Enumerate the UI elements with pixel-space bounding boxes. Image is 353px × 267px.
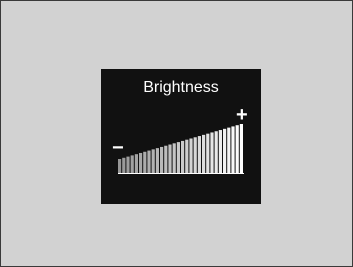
brightness-level-bar bbox=[206, 133, 210, 173]
brightness-level-bar bbox=[172, 143, 176, 173]
brightness-level-bar bbox=[189, 138, 193, 173]
brightness-level-bar bbox=[231, 126, 235, 173]
page-background: Brightness − + bbox=[0, 0, 353, 267]
brightness-level-bar bbox=[139, 152, 143, 173]
brightness-level-bar bbox=[151, 149, 155, 173]
brightness-level-bar bbox=[160, 146, 164, 173]
brightness-level-bar bbox=[235, 125, 239, 173]
brightness-level-bar bbox=[193, 137, 197, 173]
brightness-level-bar bbox=[223, 128, 227, 173]
brightness-level-bar bbox=[118, 159, 122, 173]
brightness-level-bar bbox=[202, 134, 206, 173]
brightness-level-bar bbox=[214, 131, 218, 173]
brightness-level-bar bbox=[239, 124, 243, 173]
brightness-level-bar bbox=[227, 127, 231, 173]
brightness-level-bar bbox=[126, 156, 130, 173]
brightness-level-bar bbox=[130, 155, 134, 173]
brightness-level-bar bbox=[210, 132, 214, 173]
brightness-level-bar bbox=[155, 148, 159, 173]
brightness-level-bar bbox=[134, 154, 138, 173]
brightness-level-bar bbox=[168, 144, 172, 173]
brightness-scale[interactable] bbox=[101, 69, 261, 204]
brightness-panel: Brightness − + bbox=[101, 69, 261, 204]
brightness-level-bar bbox=[181, 140, 185, 173]
brightness-level-bar bbox=[176, 142, 180, 173]
brightness-level-bar bbox=[197, 136, 201, 173]
brightness-level-bar bbox=[147, 150, 151, 173]
brightness-level-bar bbox=[122, 157, 126, 173]
brightness-level-bar bbox=[218, 130, 222, 173]
brightness-level-bar bbox=[143, 151, 147, 173]
brightness-level-bar bbox=[164, 145, 168, 173]
brightness-level-bar bbox=[185, 139, 189, 173]
